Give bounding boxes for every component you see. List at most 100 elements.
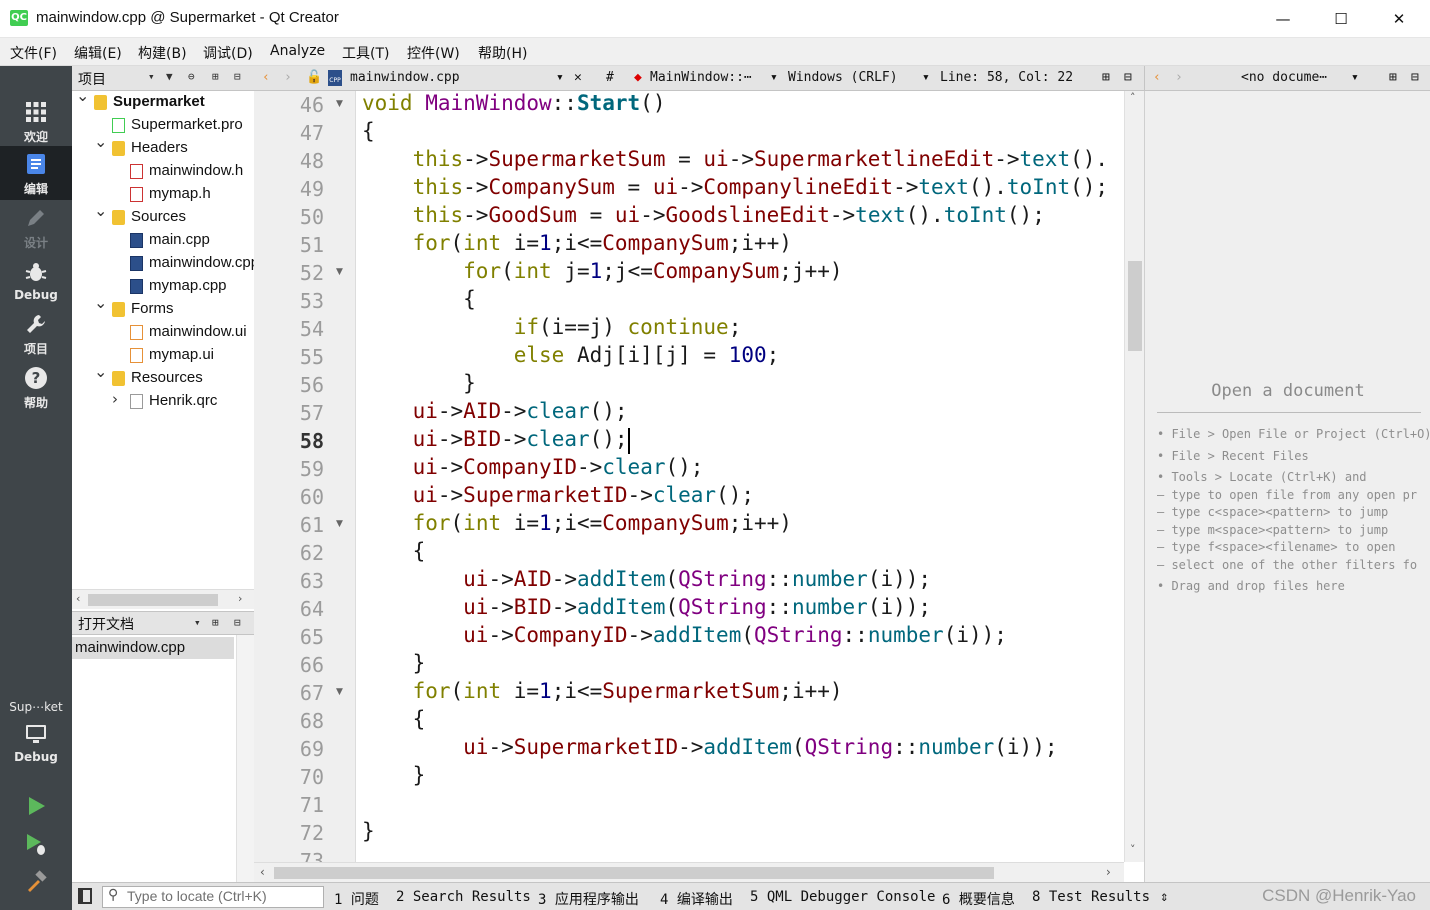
menu-file[interactable]: 文件(F) — [10, 43, 57, 63]
dropdown-arrow-icon[interactable]: ▾ — [556, 70, 564, 85]
code-line[interactable]: } — [362, 651, 426, 679]
mode-projects[interactable]: 项目 — [0, 306, 72, 360]
code-line[interactable]: ui->BID->addItem(QString::number(i)); — [362, 595, 931, 623]
more-panes-icon[interactable]: ⇕ — [1160, 889, 1168, 905]
open-documents-title[interactable]: 打开文档 — [78, 614, 134, 634]
locator-input[interactable]: ⚲ Type to locate (Ctrl+K) — [102, 886, 324, 908]
pane-qml-debugger-console[interactable]: 5 QML Debugger Console — [750, 889, 935, 905]
filter-icon[interactable]: ▼ — [166, 70, 173, 83]
mode-edit[interactable]: 编辑 — [0, 146, 72, 200]
pane-compile-output[interactable]: 4 编译输出 — [660, 889, 733, 909]
forward-arrow-icon[interactable]: › — [1175, 70, 1183, 85]
run-icon[interactable] — [24, 794, 48, 818]
code-line[interactable]: { — [362, 119, 375, 147]
split-icon[interactable]: ⊞ — [212, 616, 219, 629]
mode-debug[interactable]: Debug — [0, 254, 72, 308]
pane-test-results[interactable]: 8 Test Results — [1032, 889, 1150, 905]
pane-general-messages[interactable]: 6 概要信息 — [942, 889, 1015, 909]
code-line[interactable]: ui->SupermarketID->addItem(QString::numb… — [362, 735, 1057, 763]
projects-view-selector[interactable]: 项目 — [78, 69, 106, 89]
minimize-button[interactable]: — — [1254, 0, 1312, 38]
hash-icon[interactable]: # — [606, 70, 614, 85]
code-line[interactable]: { — [362, 707, 426, 735]
split-icon[interactable]: ⊞ — [1102, 70, 1110, 85]
close-document-icon[interactable]: ✕ — [574, 70, 582, 85]
dropdown-arrow-icon[interactable]: ▾ — [770, 70, 778, 85]
menu-build[interactable]: 构建(B) — [138, 43, 187, 63]
menu-tools[interactable]: 工具(T) — [342, 43, 389, 63]
expand-arrow-icon[interactable]: ⌄ — [94, 132, 108, 151]
expand-arrow-icon[interactable]: ⌄ — [94, 362, 108, 381]
code-line[interactable]: ui->AID->clear(); — [362, 399, 628, 427]
scroll-thumb[interactable] — [274, 867, 994, 879]
code-line[interactable]: if(i==j) continue; — [362, 315, 742, 343]
code-editor[interactable]: void MainWindow::Start(){ this->Supermar… — [356, 91, 1124, 862]
project-tree-scrollbar[interactable]: ‹ › — [72, 589, 254, 609]
link-icon[interactable]: ⊖ — [188, 70, 195, 83]
code-line[interactable]: void MainWindow::Start() — [362, 91, 665, 119]
menu-debug[interactable]: 调试(D) — [203, 43, 253, 63]
code-line[interactable]: for(int i=1;i<=CompanySum;i++) — [362, 231, 792, 259]
dropdown-arrow-icon[interactable]: ▾ — [148, 70, 155, 83]
open-document-item[interactable]: mainwindow.cpp — [72, 637, 234, 659]
menu-help[interactable]: 帮助(H) — [478, 43, 527, 63]
toggle-sidebar-icon[interactable] — [78, 888, 92, 904]
line-ending-selector[interactable]: Windows (CRLF) — [788, 70, 898, 85]
back-arrow-icon[interactable]: ‹ — [262, 70, 270, 85]
close-pane-icon[interactable]: ⊟ — [1411, 70, 1419, 85]
scroll-down-icon[interactable]: ˅ — [1130, 843, 1136, 856]
scroll-left-icon[interactable]: ‹ — [76, 592, 80, 605]
code-line[interactable]: ui->CompanyID->clear(); — [362, 455, 704, 483]
scroll-up-icon[interactable]: ˄ — [1130, 91, 1136, 104]
editor-horizontal-scrollbar[interactable]: ‹ › — [254, 862, 1124, 882]
scroll-right-icon[interactable]: › — [1106, 865, 1111, 879]
dropdown-arrow-icon[interactable]: ▾ — [1351, 70, 1359, 85]
code-line[interactable]: for(int j=1;j<=CompanySum;j++) — [362, 259, 842, 287]
pane-search-results[interactable]: 2 Search Results — [396, 889, 531, 905]
fold-marker-icon[interactable]: ▼ — [336, 687, 343, 697]
split-icon[interactable]: ⊞ — [1389, 70, 1397, 85]
code-line[interactable]: } — [362, 819, 375, 847]
code-line[interactable]: for(int i=1;i<=CompanySum;i++) — [362, 511, 792, 539]
code-line[interactable]: ui->SupermarketID->clear(); — [362, 483, 754, 511]
code-line[interactable]: { — [362, 539, 426, 567]
mode-welcome[interactable]: 欢迎 — [0, 94, 72, 148]
close-button[interactable]: ✕ — [1370, 0, 1428, 38]
symbol-selector[interactable]: MainWindow::⋯ — [650, 70, 752, 85]
debug-run-icon[interactable] — [24, 832, 48, 856]
code-line[interactable]: this->GoodSum = ui->GoodslineEdit->text(… — [362, 203, 1045, 231]
menu-analyze[interactable]: Analyze — [270, 43, 325, 59]
fold-marker-icon[interactable]: ▼ — [336, 99, 343, 109]
mode-design[interactable]: 设计 — [0, 200, 72, 254]
maximize-button[interactable]: ☐ — [1312, 0, 1370, 38]
code-line[interactable]: for(int i=1;i<=SupermarketSum;i++) — [362, 679, 843, 707]
code-line[interactable]: else Adj[i][j] = 100; — [362, 343, 780, 371]
scroll-thumb[interactable] — [1128, 261, 1142, 351]
scroll-thumb[interactable] — [88, 594, 218, 606]
cursor-position[interactable]: Line: 58, Col: 22 — [940, 70, 1073, 85]
expand-arrow-icon[interactable]: ⌄ — [94, 201, 108, 220]
close-pane-icon[interactable]: ⊟ — [234, 70, 241, 83]
code-line[interactable]: ui->BID->clear(); — [362, 427, 628, 455]
pane-application-output[interactable]: 3 应用程序输出 — [538, 889, 639, 909]
menu-edit[interactable]: 编辑(E) — [74, 43, 122, 63]
code-line[interactable]: ui->AID->addItem(QString::number(i)); — [362, 567, 931, 595]
expand-arrow-icon[interactable]: ⌄ — [76, 91, 90, 105]
open-documents-scrollbar[interactable] — [236, 635, 254, 883]
back-arrow-icon[interactable]: ‹ — [1153, 70, 1161, 85]
expand-arrow-icon[interactable]: ⌄ — [94, 293, 108, 312]
menu-widgets[interactable]: 控件(W) — [407, 43, 460, 63]
close-pane-icon[interactable]: ⊟ — [234, 616, 241, 629]
mode-help[interactable]: ? 帮助 — [0, 360, 72, 414]
code-line[interactable]: } — [362, 371, 476, 399]
code-line[interactable]: { — [362, 287, 476, 315]
build-hammer-icon[interactable] — [24, 870, 48, 894]
line-number-gutter[interactable]: 46 ▼ 47 48 49 50 51 52 ▼ 53 54 55 56 57 58 59 60 61 ▼ 62 63 6… — [254, 91, 356, 862]
dropdown-arrow-icon[interactable]: ▾ — [194, 616, 201, 629]
scroll-right-icon[interactable]: › — [238, 592, 242, 605]
code-line[interactable]: this->CompanySum = ui->CompanylineEdit->… — [362, 175, 1108, 203]
kit-selector[interactable]: Debug — [0, 716, 72, 770]
dropdown-arrow-icon[interactable]: ▾ — [922, 70, 930, 85]
fold-marker-icon[interactable]: ▼ — [336, 519, 343, 529]
fold-marker-icon[interactable]: ▼ — [336, 267, 343, 277]
